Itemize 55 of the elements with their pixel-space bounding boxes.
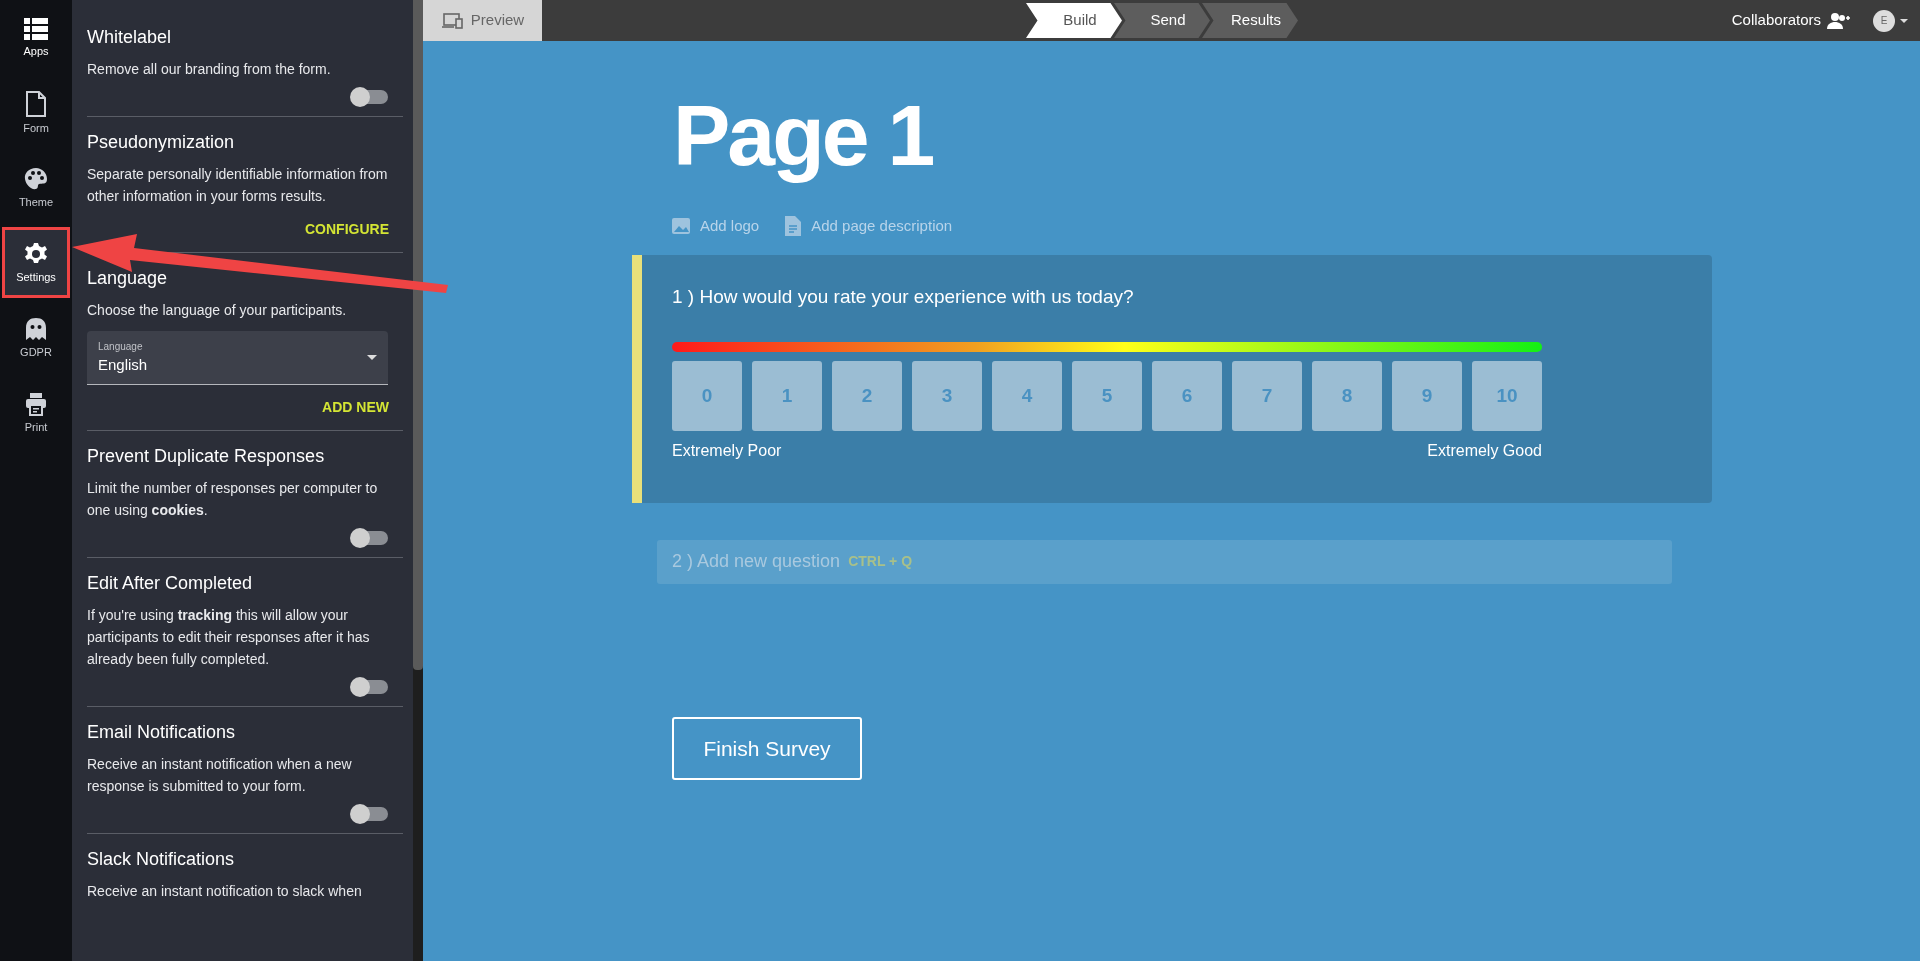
caret-icon — [1900, 18, 1908, 23]
language-dropdown[interactable]: Language English — [87, 331, 388, 385]
toggle-switch[interactable] — [352, 680, 388, 694]
nav-item[interactable]: Form — [2, 77, 70, 148]
shortcut-hint: CTRL + Q — [848, 552, 913, 572]
apps-icon — [24, 18, 48, 40]
section-title: Language — [87, 267, 169, 290]
section-title: Whitelabel — [87, 26, 173, 49]
section-description: Remove all our branding from the form. — [87, 60, 332, 79]
section-description: Receive an instant notification to slack when — [87, 882, 363, 901]
step-tab[interactable]: Send — [1114, 3, 1210, 38]
preview-button[interactable]: Preview — [423, 0, 542, 41]
scale-label: Extremely Poor — [672, 440, 782, 461]
link-button[interactable]: ADD NEW — [322, 397, 389, 418]
section-title: Edit After Completed — [87, 572, 254, 595]
document-icon — [785, 216, 802, 237]
section-description: Limit the number of responses per computer to one using cookies. — [87, 479, 379, 520]
ghost-icon — [25, 317, 47, 341]
section-title: Pseudonymization — [87, 131, 236, 154]
palette-icon — [24, 167, 48, 191]
nav-item[interactable]: Settings — [2, 227, 70, 298]
page-title: Page 1 — [673, 86, 933, 185]
section-title: Email Notifications — [87, 721, 237, 744]
scrollbar[interactable] — [413, 0, 423, 961]
question-text: 1 ) How would you rate your experience with us today? — [672, 285, 1135, 310]
nav-item[interactable]: GDPR — [2, 302, 70, 373]
section-description: Choose the language of your participants. — [87, 301, 348, 320]
nav-item[interactable]: Print — [2, 377, 70, 448]
finish-survey-button[interactable]: Finish Survey — [672, 716, 862, 780]
image-icon — [672, 218, 690, 235]
section-title: Prevent Duplicate Responses — [87, 445, 326, 468]
add-person-icon — [1827, 12, 1851, 29]
nav-item[interactable]: Apps — [2, 2, 70, 73]
nav-item[interactable]: Theme — [2, 152, 70, 223]
step-tab[interactable]: Build — [1026, 3, 1122, 38]
section-description: If you're using tracking this will allow your participants to edit their responses after it has already been fully completed. — [87, 606, 371, 669]
section-title: Slack Notifications — [87, 848, 236, 871]
link-button[interactable]: CONFIGURE — [305, 219, 389, 240]
settings-icon — [24, 242, 48, 266]
account-menu[interactable]: E — [1873, 9, 1908, 32]
caret-icon — [367, 355, 377, 360]
section-description: Receive an instant notification when a new response is submitted to your form. — [87, 755, 353, 796]
document-icon — [25, 91, 47, 117]
add-action-link[interactable]: Add logo — [672, 214, 760, 238]
toggle-switch[interactable] — [352, 90, 388, 104]
step-tab[interactable]: Results — [1202, 3, 1298, 38]
scale-label: Extremely Good — [1427, 440, 1542, 461]
collaborators-button[interactable]: Collaborators — [1731, 9, 1851, 32]
add-action-link[interactable]: Add page description — [785, 214, 953, 238]
devices-icon — [440, 12, 463, 29]
printer-icon — [25, 392, 47, 416]
section-description: Separate personally identifiable information from other information in your forms results. — [87, 165, 389, 206]
toggle-switch[interactable] — [352, 531, 388, 545]
toggle-switch[interactable] — [352, 807, 388, 821]
avatar: E — [1873, 9, 1895, 32]
